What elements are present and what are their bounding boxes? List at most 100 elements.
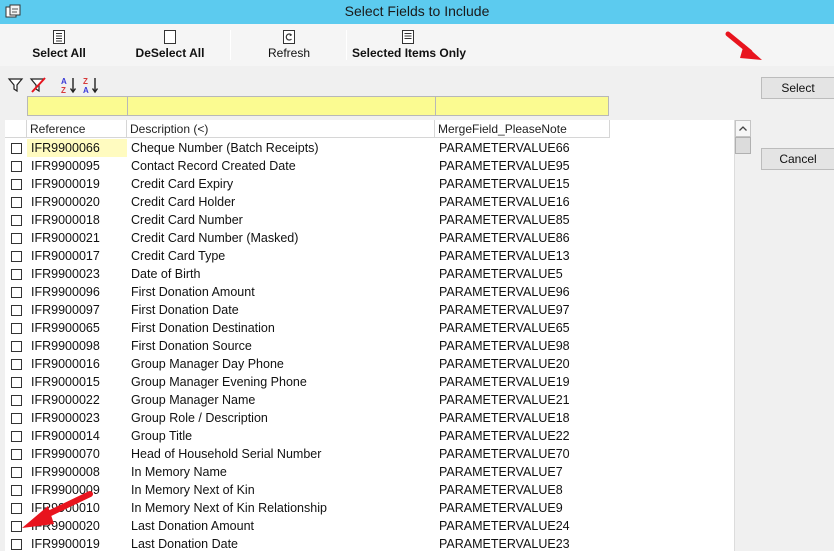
cell-mergefield[interactable]: PARAMETERVALUE24 [435, 517, 610, 535]
cell-mergefield[interactable]: PARAMETERVALUE85 [435, 211, 610, 229]
table-row[interactable]: IFR9900023 Date of Birth PARAMETERVALUE5 [5, 265, 610, 283]
table-row[interactable]: IFR9900019 Last Donation Date PARAMETERVAL… [5, 535, 610, 551]
deselect-all-button[interactable]: DeSelect All [130, 28, 210, 64]
vertical-scrollbar[interactable] [734, 120, 751, 551]
scroll-up-button[interactable] [735, 120, 751, 137]
cell-mergefield[interactable]: PARAMETERVALUE20 [435, 355, 610, 373]
cell-mergefield[interactable]: PARAMETERVALUE70 [435, 445, 610, 463]
cell-reference[interactable]: IFR9000014 [27, 427, 127, 445]
cell-reference[interactable]: IFR9000018 [27, 211, 127, 229]
table-row[interactable]: IFR9000020 Credit Card Holder PARAMETERVAL… [5, 193, 610, 211]
table-row[interactable]: IFR9900095 Contact Record Created Date PAR… [5, 157, 610, 175]
cell-description[interactable]: Group Manager Name [127, 391, 435, 409]
cell-mergefield[interactable]: PARAMETERVALUE23 [435, 535, 610, 551]
cell-reference[interactable]: IFR9000021 [27, 229, 127, 247]
cell-mergefield[interactable]: PARAMETERVALUE66 [435, 139, 610, 157]
cell-description[interactable]: First Donation Source [127, 337, 435, 355]
row-checkbox[interactable] [11, 287, 22, 298]
cell-description[interactable]: Last Donation Date [127, 535, 435, 551]
cell-description[interactable]: Date of Birth [127, 265, 435, 283]
cell-mergefield[interactable]: PARAMETERVALUE97 [435, 301, 610, 319]
table-row[interactable]: IFR9000015 Group Manager Evening Phone PAR… [5, 373, 610, 391]
row-checkbox[interactable] [11, 431, 22, 442]
row-checkbox[interactable] [11, 323, 22, 334]
cell-description[interactable]: Credit Card Type [127, 247, 435, 265]
cell-description[interactable]: Head of Household Serial Number [127, 445, 435, 463]
table-row[interactable]: IFR9000019 Credit Card Expiry PARAMETERVAL… [5, 175, 610, 193]
table-row[interactable]: IFR9900098 First Donation Source PARAMETER… [5, 337, 610, 355]
filter-cell-reference[interactable] [28, 97, 128, 115]
cell-reference[interactable]: IFR9000023 [27, 409, 127, 427]
cell-reference[interactable]: IFR9000015 [27, 373, 127, 391]
cell-mergefield[interactable]: PARAMETERVALUE65 [435, 319, 610, 337]
cell-mergefield[interactable]: PARAMETERVALUE22 [435, 427, 610, 445]
cell-mergefield[interactable]: PARAMETERVALUE18 [435, 409, 610, 427]
table-row[interactable]: IFR9900070 Head of Household Serial Numbe… [5, 445, 610, 463]
table-row[interactable]: IFR9000016 Group Manager Day Phone PARAMET… [5, 355, 610, 373]
table-row[interactable]: IFR9000021 Credit Card Number (Masked) PAR… [5, 229, 610, 247]
cell-mergefield[interactable]: PARAMETERVALUE19 [435, 373, 610, 391]
cell-mergefield[interactable]: PARAMETERVALUE7 [435, 463, 610, 481]
row-checkbox[interactable] [11, 467, 22, 478]
cell-reference[interactable]: IFR9900008 [27, 463, 127, 481]
cancel-button[interactable]: Cancel [761, 148, 834, 170]
row-checkbox[interactable] [11, 161, 22, 172]
filter-cell-mergefield[interactable] [436, 97, 608, 115]
selected-items-only-button[interactable]: Selected Items Only [352, 28, 466, 64]
row-checkbox[interactable] [11, 251, 22, 262]
cell-description[interactable]: First Donation Amount [127, 283, 435, 301]
cell-description[interactable]: Credit Card Expiry [127, 175, 435, 193]
cell-description[interactable]: Group Manager Day Phone [127, 355, 435, 373]
cell-mergefield[interactable]: PARAMETERVALUE9 [435, 499, 610, 517]
scroll-thumb[interactable] [735, 137, 751, 154]
cell-reference[interactable]: IFR9900095 [27, 157, 127, 175]
cell-reference[interactable]: IFR9900065 [27, 319, 127, 337]
cell-reference[interactable]: IFR9900023 [27, 265, 127, 283]
cell-description[interactable]: In Memory Name [127, 463, 435, 481]
cell-description[interactable]: Credit Card Number [127, 211, 435, 229]
row-checkbox[interactable] [11, 215, 22, 226]
refresh-button[interactable]: Refresh [255, 28, 323, 64]
row-checkbox[interactable] [11, 305, 22, 316]
row-checkbox[interactable] [11, 269, 22, 280]
table-row[interactable]: IFR9000017 Credit Card Type PARAMETERVALUE… [5, 247, 610, 265]
select-all-button[interactable]: Select All [22, 28, 96, 64]
filter-icon[interactable] [7, 76, 25, 94]
cell-description[interactable]: First Donation Date [127, 301, 435, 319]
cell-reference[interactable]: IFR9900096 [27, 283, 127, 301]
cell-description[interactable]: In Memory Next of Kin Relationship [127, 499, 435, 517]
cell-reference[interactable]: IFR9000017 [27, 247, 127, 265]
row-checkbox[interactable] [11, 233, 22, 244]
table-row[interactable]: IFR9900096 First Donation Amount PARAMETER… [5, 283, 610, 301]
sort-ascending-icon[interactable]: A Z [60, 76, 78, 94]
cell-mergefield[interactable]: PARAMETERVALUE98 [435, 337, 610, 355]
table-row[interactable]: IFR9000022 Group Manager Name PARAMETERVAL… [5, 391, 610, 409]
row-checkbox[interactable] [11, 341, 22, 352]
cell-reference[interactable]: IFR9900070 [27, 445, 127, 463]
row-checkbox[interactable] [11, 197, 22, 208]
table-row[interactable]: IFR9900066 Cheque Number (Batch Receipts)… [5, 139, 610, 157]
sort-descending-icon[interactable]: Z A [82, 76, 100, 94]
row-checkbox[interactable] [11, 359, 22, 370]
cell-reference[interactable]: IFR9000022 [27, 391, 127, 409]
cell-reference[interactable]: IFR9000016 [27, 355, 127, 373]
column-header-reference[interactable]: Reference [27, 120, 127, 138]
cell-description[interactable]: Group Role / Description [127, 409, 435, 427]
row-checkbox[interactable] [11, 449, 22, 460]
row-checkbox[interactable] [11, 413, 22, 424]
cell-description[interactable]: Contact Record Created Date [127, 157, 435, 175]
cell-mergefield[interactable]: PARAMETERVALUE86 [435, 229, 610, 247]
cell-description[interactable]: First Donation Destination [127, 319, 435, 337]
column-header-description[interactable]: Description (<) [127, 120, 435, 138]
table-row[interactable]: IFR9000023 Group Role / Description PARAME… [5, 409, 610, 427]
row-checkbox[interactable] [11, 143, 22, 154]
table-row[interactable]: IFR9900097 First Donation Date PARAMETERVA… [5, 301, 610, 319]
row-checkbox[interactable] [11, 395, 22, 406]
cell-reference[interactable]: IFR9900019 [27, 535, 127, 551]
cell-mergefield[interactable]: PARAMETERVALUE95 [435, 157, 610, 175]
cell-reference[interactable]: IFR9900066 [27, 139, 127, 157]
cell-description[interactable]: Last Donation Amount [127, 517, 435, 535]
cell-description[interactable]: Cheque Number (Batch Receipts) [127, 139, 435, 157]
cell-mergefield[interactable]: PARAMETERVALUE5 [435, 265, 610, 283]
cell-mergefield[interactable]: PARAMETERVALUE13 [435, 247, 610, 265]
